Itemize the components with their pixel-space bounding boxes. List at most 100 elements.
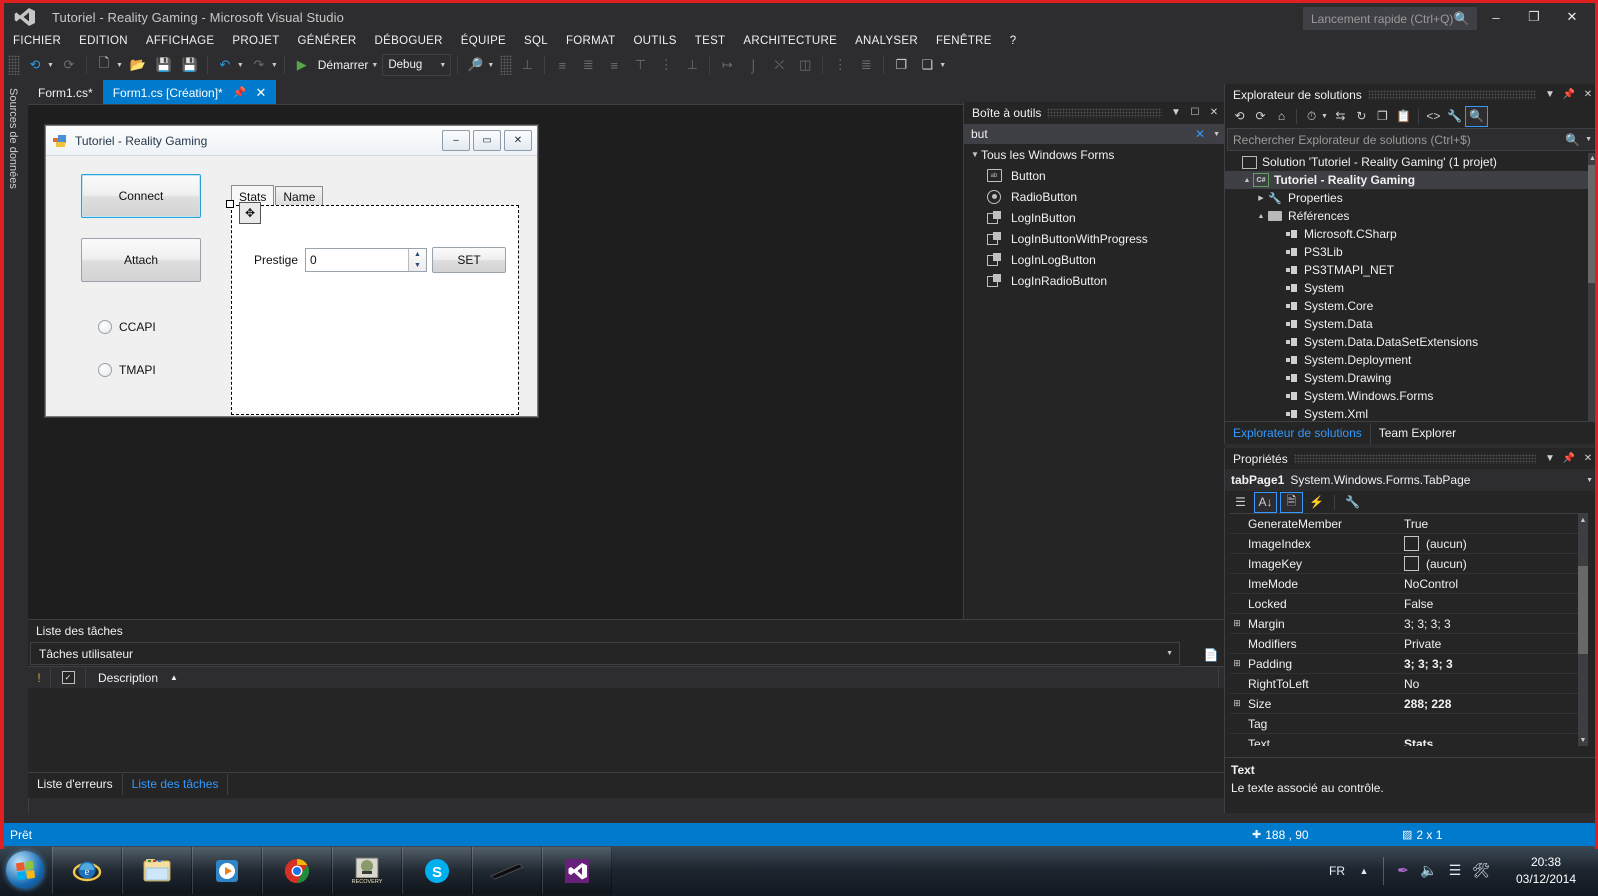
selection-handle[interactable] — [226, 200, 234, 208]
send-to-back-icon[interactable]: ❏ — [914, 54, 940, 76]
scroll-down-icon[interactable]: ▼ — [1578, 734, 1588, 746]
show-all-files-icon[interactable]: 📋 — [1393, 107, 1414, 126]
align-bottoms-icon[interactable]: ⊥ — [679, 54, 705, 76]
open-file-icon[interactable]: 📂 — [125, 54, 151, 76]
find-in-files-icon[interactable]: 🔎 — [462, 54, 488, 76]
show-hidden-icons-icon[interactable]: ▲ — [1351, 856, 1377, 886]
menu-item-test[interactable]: TEST — [686, 34, 735, 48]
tree-twisty[interactable]: ▲ — [1241, 177, 1253, 184]
taskbar-clock[interactable]: 20:38 03/12/2014 — [1494, 854, 1598, 888]
alphabetical-icon[interactable]: A↓ — [1254, 491, 1277, 513]
connect-button[interactable]: Connect — [81, 174, 201, 218]
chevron-down-icon[interactable]: ▼ — [1585, 136, 1592, 143]
chevron-down-icon[interactable]: ▼ — [1166, 650, 1173, 657]
menu-item-analyser[interactable]: ANALYSER — [846, 34, 927, 48]
property-value[interactable]: True — [1398, 517, 1588, 531]
tree-item-reference[interactable]: System.Deployment — [1225, 351, 1598, 369]
back-icon[interactable]: ⟲ — [1229, 107, 1250, 126]
solution-explorer-search-input[interactable]: Rechercher Explorateur de solutions (Ctr… — [1227, 128, 1597, 151]
property-value-cell[interactable]: (aucun) — [1398, 556, 1588, 571]
home-icon[interactable]: ⌂ — [1271, 107, 1292, 126]
internet-explorer-icon[interactable]: e — [52, 847, 122, 894]
tab-solution-explorer[interactable]: Explorateur de solutions — [1225, 422, 1371, 444]
navigate-back-dropdown-icon[interactable]: ▼ — [47, 62, 56, 69]
close-icon[interactable]: ✕ — [255, 85, 266, 101]
property-value[interactable]: False — [1398, 597, 1588, 611]
menu-item-format[interactable]: FORMAT — [557, 34, 625, 48]
tree-item-reference[interactable]: System.Data — [1225, 315, 1598, 333]
property-row[interactable]: ImageIndex (aucun) — [1230, 534, 1588, 554]
align-middles-icon[interactable]: ⋮ — [653, 54, 679, 76]
align-rights-icon[interactable]: ≡ — [601, 54, 627, 76]
property-value-cell[interactable]: (aucun) — [1398, 536, 1588, 551]
refresh-icon[interactable]: ↻ — [1351, 107, 1372, 126]
toolbox-item-loginbuttonwithprogress[interactable]: LogInButtonWithProgress — [964, 228, 1225, 249]
sync-with-active-document-icon[interactable]: ⇆ — [1330, 107, 1351, 126]
quick-launch-input[interactable]: Lancement rapide (Ctrl+Q) 🔍 — [1303, 7, 1477, 30]
google-chrome-icon[interactable] — [262, 847, 332, 894]
property-value[interactable]: Private — [1398, 637, 1588, 651]
property-row[interactable]: ImeMode NoControl — [1230, 574, 1588, 594]
undo-icon[interactable]: ↶ — [212, 54, 238, 76]
prestige-numeric-updown[interactable]: 0 ▲ ▼ — [305, 248, 427, 272]
close-icon[interactable]: ✕ — [1206, 105, 1222, 121]
menu-item-affichage[interactable]: AFFICHAGE — [137, 34, 224, 48]
layout-toolbar-overflow-icon[interactable]: ▼ — [939, 62, 948, 69]
spinner-down-icon[interactable]: ▼ — [409, 260, 426, 271]
tree-item-reference[interactable]: Microsoft.CSharp — [1225, 225, 1598, 243]
scroll-up-icon[interactable]: ▲ — [1588, 153, 1597, 164]
toolbox-item-loginbutton[interactable]: LogInButton — [964, 207, 1225, 228]
winform-close-button[interactable]: ✕ — [504, 130, 532, 151]
events-icon[interactable]: ⚡ — [1306, 493, 1327, 512]
menu-item-fichier[interactable]: FICHIER — [4, 34, 70, 48]
scroll-up-icon[interactable]: ▲ — [1578, 514, 1588, 526]
property-row[interactable]: ImageKey (aucun) — [1230, 554, 1588, 574]
menu-item-edition[interactable]: EDITION — [70, 34, 137, 48]
scrollbar-thumb[interactable] — [1578, 566, 1588, 654]
solution-tree[interactable]: Solution 'Tutoriel - Reality Gaming' (1 … — [1225, 153, 1598, 433]
prestige-spinner[interactable]: ▲ ▼ — [408, 249, 426, 271]
close-button[interactable]: ✕ — [1553, 5, 1591, 29]
property-value[interactable]: NoControl — [1398, 577, 1588, 591]
property-expander[interactable]: ⊞ — [1230, 698, 1244, 709]
undo-dropdown-icon[interactable]: ▼ — [237, 62, 246, 69]
toolbox-search-input[interactable]: but ✕ ▼ — [964, 124, 1225, 144]
tab-control[interactable]: Stats Name ✥ Prestige 0 ▲ ▼ SET — [226, 185, 521, 416]
forward-icon[interactable]: ⟳ — [1250, 107, 1271, 126]
visual-studio-icon[interactable] — [542, 847, 612, 894]
start-debug-label[interactable]: Démarrer — [315, 58, 373, 72]
tree-item-project[interactable]: ▲ C# Tutoriel - Reality Gaming — [1225, 171, 1598, 189]
toolbar-overflow-icon[interactable]: ▼ — [487, 62, 496, 69]
action-center-icon[interactable]: 🛠 — [1468, 856, 1494, 886]
menu-item-generer[interactable]: GÉNÉRER — [289, 34, 366, 48]
winform-maximize-button[interactable]: ▭ — [473, 130, 501, 151]
restore-button[interactable]: ❐ — [1515, 5, 1553, 29]
toolbox-group-all-windows-forms[interactable]: ▼ Tous les Windows Forms — [964, 144, 1225, 165]
horizontal-spacing-icon[interactable]: ⋮ — [827, 54, 853, 76]
collapse-all-icon[interactable]: ❐ — [1372, 107, 1393, 126]
property-expander[interactable]: ⊞ — [1230, 658, 1244, 669]
set-button[interactable]: SET — [432, 247, 506, 273]
property-expander[interactable]: ⊞ — [1230, 618, 1244, 629]
tree-item-references[interactable]: ▲ Références — [1225, 207, 1598, 225]
skype-icon[interactable]: S — [402, 847, 472, 894]
properties-grid[interactable]: GenerateMember True ImageIndex (aucun) I… — [1230, 513, 1588, 746]
make-same-height-icon[interactable]: ⌡ — [740, 54, 766, 76]
scrollbar-thumb[interactable] — [1588, 165, 1597, 283]
tree-item-reference[interactable]: System — [1225, 279, 1598, 297]
pending-changes-dropdown-icon[interactable]: ▼ — [1321, 113, 1330, 120]
vertical-spacing-icon[interactable]: ≣ — [853, 54, 879, 76]
pin-icon[interactable]: 📌 — [233, 86, 247, 99]
property-pages-icon[interactable]: 🔧 — [1342, 493, 1363, 512]
property-row[interactable]: ⊞ Size 288; 228 — [1230, 694, 1588, 714]
navigate-back-icon[interactable]: ⟲ — [22, 54, 48, 76]
align-lefts-icon[interactable]: ≡ — [549, 54, 575, 76]
property-value[interactable]: No — [1398, 677, 1588, 691]
menu-item-sql[interactable]: SQL — [515, 34, 557, 48]
pin-icon[interactable]: 📌 — [1561, 87, 1577, 103]
property-row[interactable]: Tag — [1230, 714, 1588, 734]
recovery-app-icon[interactable]: RECOVERY — [332, 847, 402, 894]
data-sources-strip[interactable]: Sources de données — [4, 80, 29, 813]
property-row[interactable]: RightToLeft No — [1230, 674, 1588, 694]
panel-drag-dots[interactable] — [1367, 89, 1536, 100]
